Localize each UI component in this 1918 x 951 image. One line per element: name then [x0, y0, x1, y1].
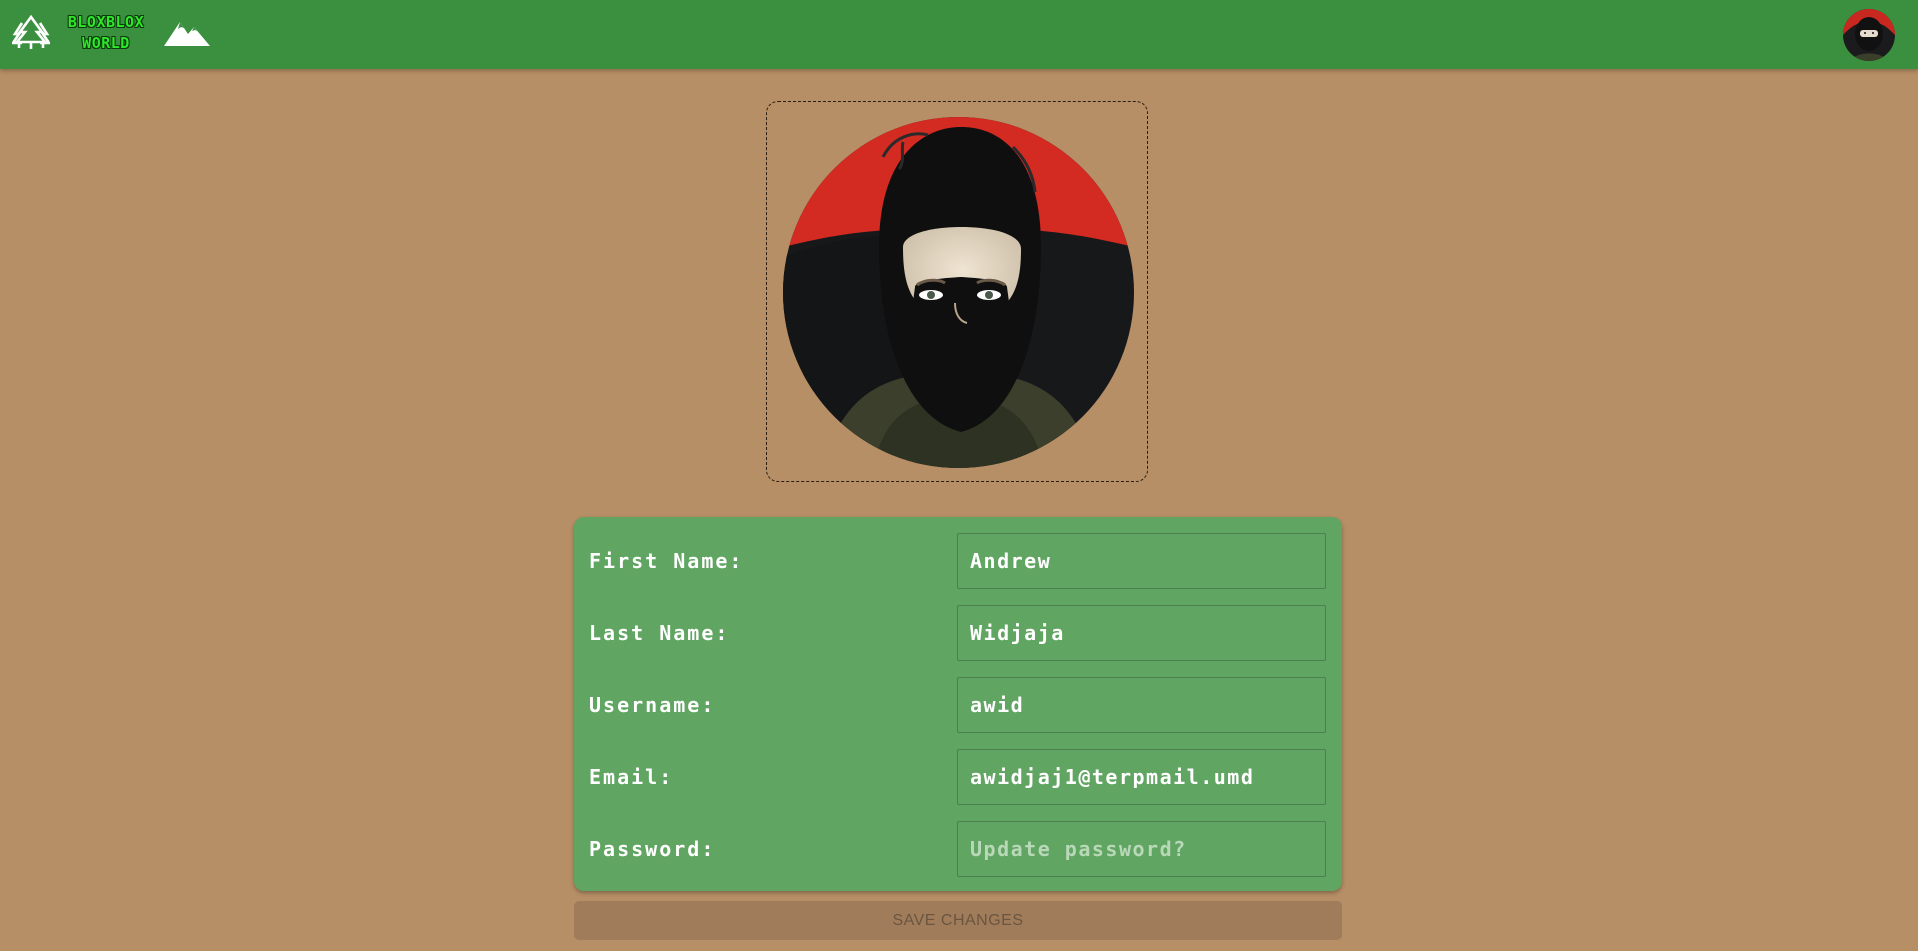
email-input[interactable] [957, 749, 1326, 805]
password-input[interactable] [957, 821, 1326, 877]
top-navbar: BLOXBLOX WORLD [0, 0, 1918, 69]
username-row: Username: [574, 677, 1342, 733]
username-label: Username: [589, 693, 716, 717]
password-row: Password: [574, 821, 1342, 877]
profile-photo-image [783, 117, 1134, 468]
profile-photo[interactable] [783, 117, 1134, 468]
logo-line-2: WORLD [82, 34, 130, 52]
first-name-row: First Name: [574, 533, 1342, 589]
email-label: Email: [589, 765, 674, 789]
tree-icon[interactable] [12, 14, 50, 52]
mountain-icon[interactable] [164, 18, 212, 48]
last-name-label: Last Name: [589, 621, 730, 645]
email-row: Email: [574, 749, 1342, 805]
password-label: Password: [589, 837, 716, 861]
profile-avatar[interactable] [1843, 9, 1895, 61]
avatar-image [1843, 9, 1895, 61]
first-name-input[interactable] [957, 533, 1326, 589]
username-input[interactable] [957, 677, 1326, 733]
logo-line-1: BLOXBLOX [67, 13, 145, 31]
first-name-label: First Name: [589, 549, 744, 573]
save-changes-button[interactable]: SAVE CHANGES [574, 901, 1342, 940]
last-name-input[interactable] [957, 605, 1326, 661]
last-name-row: Last Name: [574, 605, 1342, 661]
profile-form: First Name: Last Name: Username: Email: … [574, 517, 1342, 891]
site-logo[interactable]: BLOXBLOX WORLD [56, 12, 156, 54]
